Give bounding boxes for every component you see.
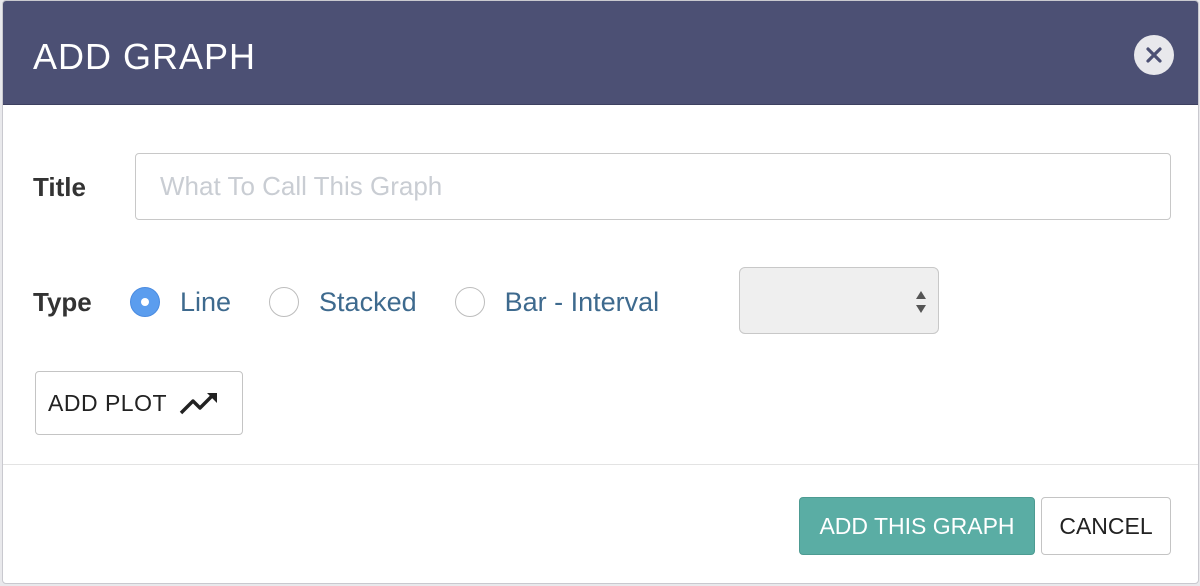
type-label: Type bbox=[33, 287, 92, 317]
title-input[interactable] bbox=[135, 153, 1171, 220]
interval-select[interactable] bbox=[739, 267, 939, 334]
add-this-graph-button[interactable]: ADD THIS GRAPH bbox=[799, 497, 1035, 555]
type-option-label: Stacked bbox=[319, 286, 417, 317]
dialog-header: ADD GRAPH bbox=[3, 1, 1198, 105]
type-option-label: Line bbox=[180, 286, 232, 317]
select-arrows-icon bbox=[916, 291, 926, 313]
type-option-line[interactable]: Line bbox=[130, 287, 231, 318]
type-option-stacked[interactable]: Stacked bbox=[269, 287, 417, 318]
graph-type-radio-group: Line Stacked Bar - Interval bbox=[130, 283, 697, 321]
close-icon bbox=[1146, 47, 1162, 63]
title-label: Title bbox=[33, 172, 86, 202]
type-option-bar-interval[interactable]: Bar - Interval bbox=[454, 286, 660, 318]
footer-divider bbox=[3, 464, 1198, 465]
type-option-label: Bar - Interval bbox=[504, 286, 660, 317]
radio-stacked[interactable] bbox=[269, 287, 300, 317]
dialog-title: ADD GRAPH bbox=[33, 36, 257, 77]
add-plot-label: ADD PLOT bbox=[48, 389, 168, 416]
add-plot-button[interactable]: ADD PLOT bbox=[35, 371, 243, 435]
radio-bar-interval[interactable] bbox=[454, 287, 485, 317]
radio-line[interactable] bbox=[130, 287, 160, 317]
add-graph-dialog: ADD GRAPH Title Type Line Stacked Bar - … bbox=[2, 0, 1199, 584]
cancel-button[interactable]: CANCEL bbox=[1041, 497, 1171, 555]
trending-up-icon bbox=[179, 393, 218, 415]
close-button[interactable] bbox=[1134, 35, 1174, 75]
